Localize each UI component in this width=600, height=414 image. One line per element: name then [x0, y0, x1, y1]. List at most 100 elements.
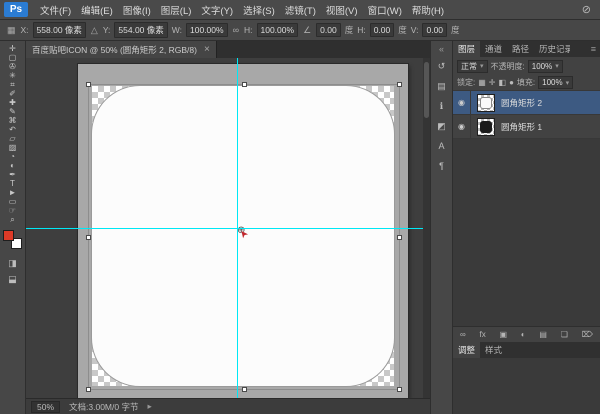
blend-mode-select[interactable]: 正常 ▾ [457, 60, 488, 73]
height-input[interactable]: 100.00% [257, 23, 299, 37]
menu-select[interactable]: 选择(S) [238, 0, 280, 20]
width-input[interactable]: 100.00% [186, 23, 228, 37]
canvas-area[interactable]: ⊕ ➤ [26, 58, 430, 398]
menu-edit[interactable]: 编辑(E) [76, 0, 118, 20]
transform-handle-middle-left[interactable] [86, 235, 91, 240]
status-options-arrow-icon[interactable]: ▸ [147, 401, 151, 412]
dodge-tool-icon[interactable]: ◐ [3, 161, 23, 170]
pen-tool-icon[interactable]: ✒ [3, 170, 23, 179]
adjustment-layer-icon[interactable]: ◐ [521, 330, 526, 339]
tab-channels[interactable]: 通道 [480, 41, 507, 57]
character-panel-icon[interactable]: A [434, 141, 450, 154]
menu-layer[interactable]: 图层(L) [156, 0, 197, 20]
transform-handle-top-middle[interactable] [242, 82, 247, 87]
status-bar: 50% 文档:3.00M/0 字节 ▸ [26, 398, 430, 414]
link-layers-icon[interactable]: ∞ [460, 330, 466, 339]
delete-layer-icon[interactable]: ⌦ [582, 330, 593, 339]
relative-position-icon[interactable]: △ [90, 25, 99, 36]
eyedropper-tool-icon[interactable]: ✐ [3, 89, 23, 98]
paragraph-panel-icon[interactable]: ¶ [434, 161, 450, 174]
quick-mask-icon[interactable]: ◨ [3, 257, 23, 269]
menu-image[interactable]: 图像(I) [118, 0, 156, 20]
rotate-unit-label: 度 [345, 24, 354, 36]
quick-selection-tool-icon[interactable]: ✳ [3, 71, 23, 80]
hand-tool-icon[interactable]: ☞ [3, 206, 23, 215]
tab-styles[interactable]: 样式 [480, 342, 507, 358]
vertical-scrollbar[interactable] [423, 58, 430, 398]
screen-mode-tool-icon[interactable]: ⬓ [3, 273, 23, 285]
lock-position-icon[interactable]: ✛ [489, 78, 496, 87]
v-skew-input[interactable]: 0.00 [422, 23, 447, 37]
blur-tool-icon[interactable]: ◔ [3, 152, 23, 161]
gradient-tool-icon[interactable]: ▨ [3, 143, 23, 152]
panel-menu-icon[interactable]: ≡ [587, 41, 600, 57]
type-tool-icon[interactable]: T [3, 179, 23, 188]
tab-layers[interactable]: 图层 [453, 41, 480, 57]
layer-visibility-icon[interactable]: ◉ [453, 115, 471, 138]
healing-brush-tool-icon[interactable]: ✚ [3, 98, 23, 107]
zoom-level-field[interactable]: 50% [31, 401, 60, 413]
layer-row-rounded-rectangle-2[interactable]: ◉ 圆角矩形 2 [453, 91, 600, 115]
lasso-tool-icon[interactable]: ✇ [3, 62, 23, 71]
y-input[interactable]: 554.00 像素 [114, 22, 167, 38]
expand-panels-icon[interactable]: « [439, 44, 444, 54]
history-brush-tool-icon[interactable]: ↶ [3, 125, 23, 134]
menu-file[interactable]: 文件(F) [35, 0, 76, 20]
blend-mode-row: 正常 ▾ 不透明度: 100% ▾ [453, 57, 600, 75]
layer-effects-icon[interactable]: fx [479, 330, 485, 339]
link-dimensions-icon[interactable]: ∞ [232, 25, 240, 35]
opacity-select[interactable]: 100% ▾ [528, 60, 563, 73]
x-input[interactable]: 558.00 像素 [33, 22, 86, 38]
crop-tool-icon[interactable]: ⌗ [3, 80, 23, 89]
layer-name[interactable]: 圆角矩形 1 [501, 121, 542, 133]
color-panel-icon[interactable]: ◩ [434, 121, 450, 134]
lock-pixels-icon[interactable]: ◧ [499, 78, 507, 87]
horizontal-guide[interactable] [26, 228, 430, 229]
lock-transparency-icon[interactable]: ▦ [478, 78, 486, 87]
screen-mode-icon[interactable]: ⊘ [582, 3, 591, 16]
layer-mask-icon[interactable]: ▣ [499, 330, 507, 339]
fill-select[interactable]: 100% ▾ [538, 76, 573, 89]
transform-handle-bottom-middle[interactable] [242, 387, 247, 392]
h-skew-input[interactable]: 0.00 [370, 23, 395, 37]
tab-adjustments[interactable]: 调整 [453, 342, 480, 358]
info-panel-icon[interactable]: ℹ [434, 101, 450, 114]
tab-paths[interactable]: 路径 [507, 41, 534, 57]
tool-bar: ✛ ▢ ✇ ✳ ⌗ ✐ ✚ ✎ ⌘ ↶ ▱ ▨ ◔ ◐ ✒ T ► ▭ ☞ ⌕ … [0, 41, 26, 414]
zoom-tool-icon[interactable]: ⌕ [3, 215, 23, 224]
layer-group-icon[interactable]: ▤ [539, 330, 547, 339]
menu-type[interactable]: 文字(Y) [196, 0, 238, 20]
transform-handle-middle-right[interactable] [397, 235, 402, 240]
layer-visibility-icon[interactable]: ◉ [453, 91, 471, 114]
new-layer-icon[interactable]: ❏ [561, 330, 568, 339]
menu-filter[interactable]: 滤镜(T) [280, 0, 321, 20]
document-tab[interactable]: 百度贴吧ICON @ 50% (圆角矩形 2, RGB/8) × [26, 41, 217, 58]
menu-help[interactable]: 帮助(H) [407, 0, 449, 20]
layer-thumbnail[interactable] [477, 118, 495, 136]
layer-name[interactable]: 圆角矩形 2 [501, 97, 542, 109]
eraser-tool-icon[interactable]: ▱ [3, 134, 23, 143]
reference-point-locator-icon[interactable]: ▦ [6, 25, 17, 36]
marquee-tool-icon[interactable]: ▢ [3, 53, 23, 62]
clone-stamp-tool-icon[interactable]: ⌘ [3, 116, 23, 125]
vertical-scrollbar-thumb[interactable] [424, 62, 429, 118]
transform-handle-bottom-right[interactable] [397, 387, 402, 392]
transform-handle-bottom-left[interactable] [86, 387, 91, 392]
brush-tool-icon[interactable]: ✎ [3, 107, 23, 116]
history-panel-icon[interactable]: ↺ [434, 61, 450, 74]
menu-view[interactable]: 视图(V) [321, 0, 363, 20]
lock-all-icon[interactable]: ● [509, 78, 514, 87]
transform-handle-top-right[interactable] [397, 82, 402, 87]
menu-window[interactable]: 窗口(W) [363, 0, 407, 20]
foreground-color-swatch[interactable] [3, 230, 14, 241]
move-tool-icon[interactable]: ✛ [3, 44, 23, 53]
shape-tool-icon[interactable]: ▭ [3, 197, 23, 206]
layer-row-rounded-rectangle-1[interactable]: ◉ 圆角矩形 1 [453, 115, 600, 139]
close-tab-icon[interactable]: × [204, 44, 210, 55]
rotate-input[interactable]: 0.00 [316, 23, 341, 37]
tab-history[interactable]: 历史记录 [534, 41, 570, 57]
transform-handle-top-left[interactable] [86, 82, 91, 87]
layer-thumbnail[interactable] [477, 94, 495, 112]
path-selection-tool-icon[interactable]: ► [3, 188, 23, 197]
properties-panel-icon[interactable]: ▤ [434, 81, 450, 94]
